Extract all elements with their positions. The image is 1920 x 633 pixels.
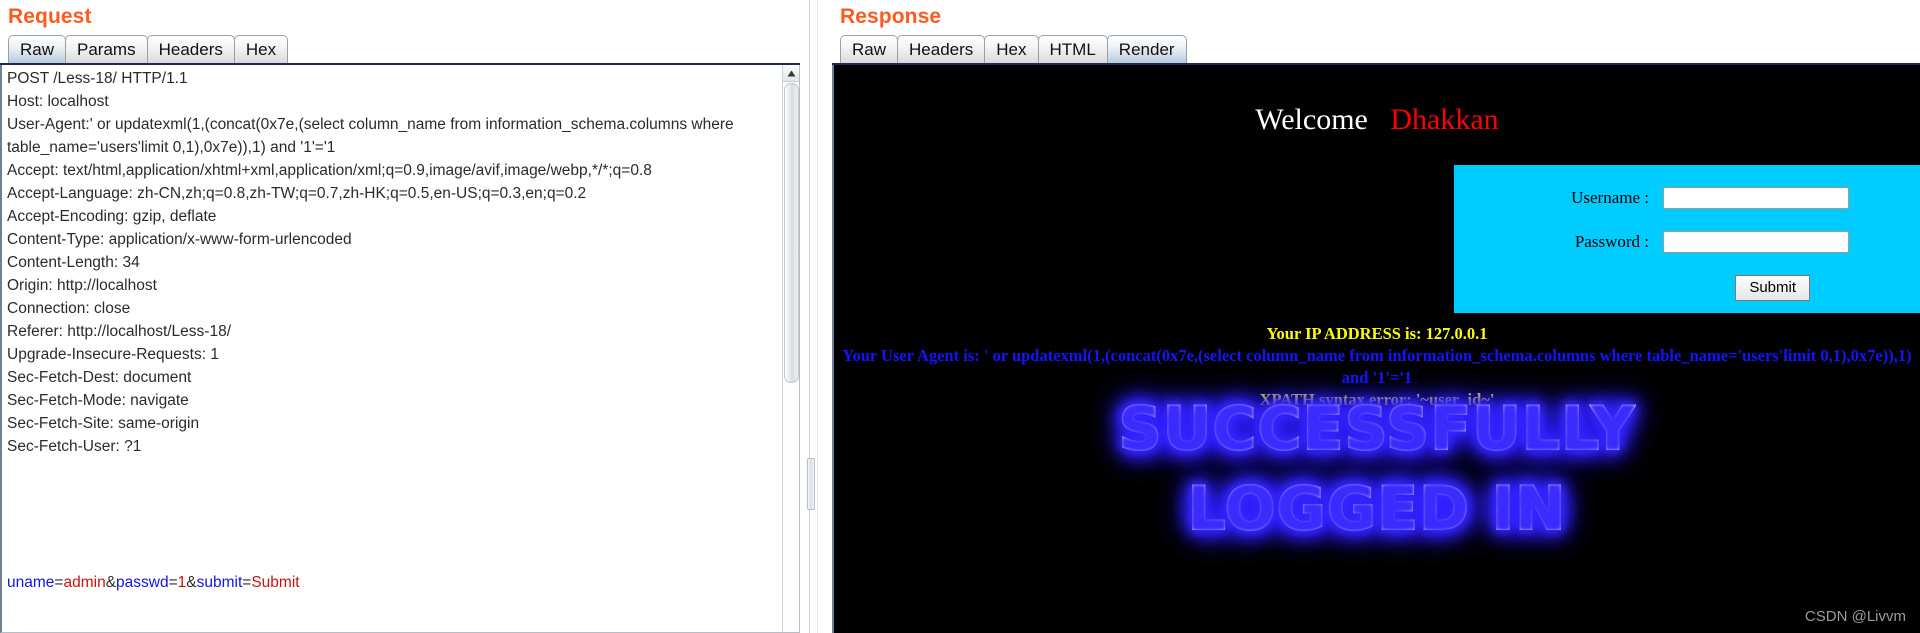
success-banner-line1: SUCCESSFULLY — [1118, 394, 1636, 464]
param-sep-2: & — [186, 574, 197, 591]
request-raw-editor[interactable]: POST /Less-18/ HTTP/1.1 Host: localhost … — [0, 65, 800, 633]
splitter-grip-handle[interactable] — [807, 458, 815, 510]
response-tab-render[interactable]: Render — [1106, 35, 1187, 63]
login-form-panel: Username : Password : Submit — [1454, 165, 1920, 313]
triangle-up-icon — [787, 70, 796, 77]
success-banner: SUCCESSFULLY LOGGED IN — [834, 394, 1920, 543]
request-pane: Request Raw Params Headers Hex POST /Les… — [0, 0, 800, 633]
password-input[interactable] — [1663, 231, 1849, 253]
param-sep-1: & — [105, 574, 117, 591]
response-render-viewport: Welcome Dhakkan Username : Password : Su… — [832, 65, 1920, 633]
user-agent-line: Your User Agent is: ' or updatexml(1,(co… — [842, 346, 1912, 387]
submit-button[interactable]: Submit — [1735, 275, 1810, 302]
param-eq-2: = — [168, 574, 178, 591]
password-label: Password : — [1574, 232, 1649, 251]
username-label: Username : — [1571, 188, 1649, 207]
watermark-label: CSDN @Livvm — [1804, 608, 1906, 625]
param-key-uname: uname — [7, 574, 55, 591]
request-tab-raw[interactable]: Raw — [8, 35, 67, 63]
welcome-heading: Welcome Dhakkan — [834, 103, 1920, 137]
param-key-submit: submit — [196, 574, 243, 591]
response-tab-html[interactable]: HTML — [1037, 35, 1108, 63]
param-key-passwd: passwd — [116, 574, 169, 591]
burp-suite-repeater-window: Request Raw Params Headers Hex POST /Les… — [0, 0, 1920, 633]
request-tab-hex[interactable]: Hex — [233, 35, 289, 63]
response-pane-title: Response — [840, 5, 942, 28]
request-raw-headers-text: POST /Less-18/ HTTP/1.1 Host: localhost … — [7, 70, 734, 455]
ip-address-line: Your IP ADDRESS is: 127.0.0.1 — [1266, 324, 1488, 343]
response-tab-hex[interactable]: Hex — [984, 35, 1039, 63]
submit-row: Submit — [1454, 275, 1920, 302]
scroll-up-button[interactable] — [783, 65, 799, 82]
param-eq-3: = — [242, 574, 252, 591]
welcome-username-text: Dhakkan — [1390, 103, 1499, 136]
response-tabstrip: Raw Headers Hex HTML Render — [832, 34, 1920, 65]
param-value-passwd: 1 — [177, 574, 187, 591]
welcome-spacer — [1368, 103, 1391, 136]
param-value-uname: admin — [63, 574, 106, 591]
pane-splitter[interactable] — [800, 0, 832, 633]
request-tabstrip: Raw Params Headers Hex — [0, 34, 800, 65]
request-tab-headers[interactable]: Headers — [146, 35, 235, 63]
param-value-submit: Submit — [251, 574, 300, 591]
request-body-params: uname=admin&passwd=1&submit=Submit — [7, 571, 300, 594]
success-banner-line2: LOGGED IN — [834, 476, 1920, 543]
response-pane: Response Raw Headers Hex HTML Render Wel… — [832, 0, 1920, 633]
welcome-text: Welcome — [1255, 103, 1368, 136]
response-tab-headers[interactable]: Headers — [897, 35, 986, 63]
scroll-thumb[interactable] — [784, 83, 799, 383]
request-pane-title: Request — [8, 5, 92, 28]
request-vertical-scrollbar[interactable] — [782, 65, 799, 632]
response-tab-raw[interactable]: Raw — [840, 35, 899, 63]
request-tab-params[interactable]: Params — [65, 35, 148, 63]
password-field-row: Password : — [1454, 231, 1920, 253]
username-input[interactable] — [1663, 187, 1849, 209]
username-field-row: Username : — [1454, 187, 1920, 209]
